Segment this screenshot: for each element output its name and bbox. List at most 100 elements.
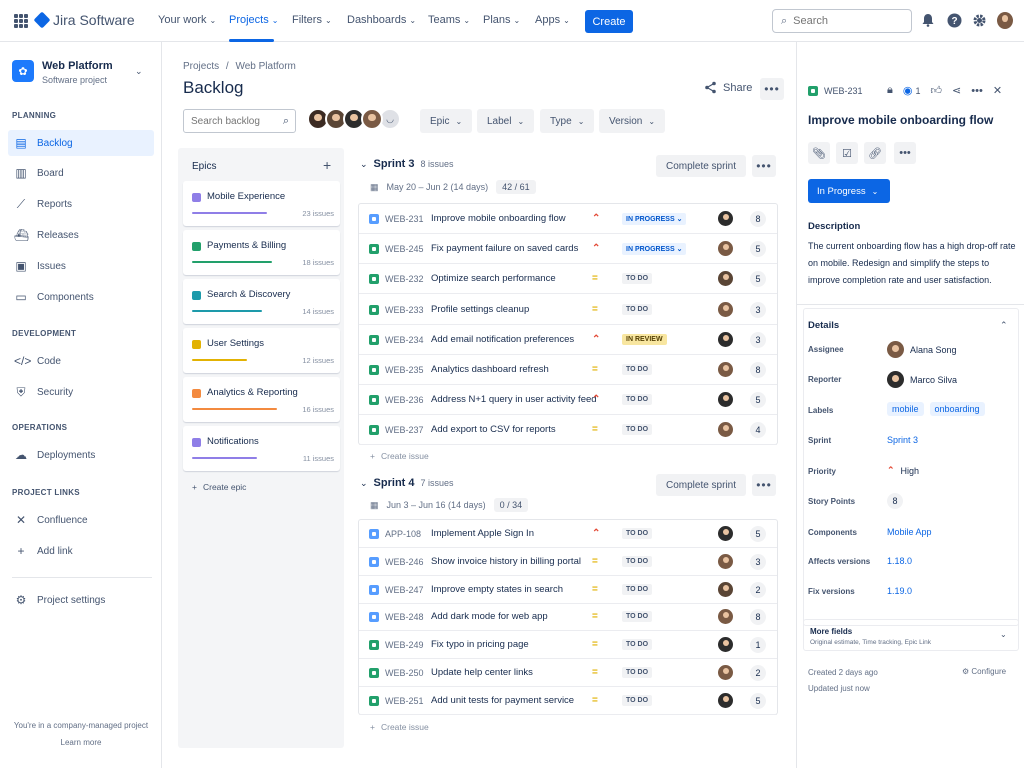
more-actions-icon[interactable]: •••: [760, 78, 784, 100]
lock-icon[interactable]: 🔒︎: [887, 84, 893, 97]
table-row[interactable]: APP-108 Implement Apple Sign In ⌃ TO DO 5: [359, 520, 777, 548]
affects-versions-value[interactable]: 1.18.0: [887, 556, 912, 566]
issue-summary[interactable]: Fix payment failure on saved cards: [431, 243, 578, 254]
more-fields-section[interactable]: More fields Original estimate, Time trac…: [803, 619, 1019, 651]
sprint-header[interactable]: ⌄ Sprint 3 8 issues: [360, 158, 454, 170]
table-row[interactable]: WEB-250 Update help center links = TO DO 2: [359, 659, 777, 687]
chevron-down-icon[interactable]: ⌄: [135, 66, 143, 77]
sidebar-item-deployments[interactable]: ☁ Deployments: [8, 442, 154, 468]
create-issue-button[interactable]: + Create issue: [370, 722, 429, 732]
issue-key[interactable]: WEB-232: [385, 274, 424, 284]
assignee-avatar[interactable]: [718, 665, 733, 680]
nav-your-work[interactable]: Your work ⌄: [158, 14, 216, 26]
checklist-icon[interactable]: ☑: [836, 142, 858, 164]
status-badge[interactable]: IN PROGRESS ⌄: [622, 242, 687, 255]
avatar[interactable]: [361, 108, 383, 130]
assignee-avatar[interactable]: [718, 582, 733, 597]
share-button[interactable]: Share: [704, 81, 752, 94]
issue-key[interactable]: WEB-250: [385, 668, 424, 678]
issue-key[interactable]: WEB-251: [385, 696, 424, 706]
sidebar-item-reports[interactable]: ⟋ Reports: [8, 191, 154, 217]
issue-summary[interactable]: Improve empty states in search: [431, 584, 563, 595]
issue-summary[interactable]: Add export to CSV for reports: [431, 424, 556, 435]
more-icon[interactable]: •••: [971, 85, 983, 97]
link-icon[interactable]: 🔗︎: [864, 142, 886, 164]
issue-key[interactable]: WEB-233: [385, 305, 424, 315]
status-badge[interactable]: TO DO: [622, 528, 653, 539]
nav-teams[interactable]: Teams ⌄: [428, 14, 470, 26]
complete-sprint-button[interactable]: Complete sprint: [656, 155, 746, 177]
project-header[interactable]: ✿ Web Platform Software project: [12, 60, 113, 85]
epic-card[interactable]: User Settings 12 issues: [183, 328, 340, 373]
sidebar-item-releases[interactable]: ⛴ Releases: [8, 222, 154, 248]
issue-summary[interactable]: Show invoice history in billing portal: [431, 556, 581, 567]
table-row[interactable]: WEB-251 Add unit tests for payment servic…: [359, 687, 777, 715]
table-row[interactable]: WEB-245 Fix payment failure on saved card…: [359, 234, 777, 264]
backlog-search[interactable]: ⌕: [183, 109, 296, 133]
issue-key[interactable]: WEB-231: [385, 214, 424, 224]
sidebar-item-add-link[interactable]: + Add link: [8, 538, 154, 564]
assignee-avatar[interactable]: [718, 554, 733, 569]
filter-epic[interactable]: Epic ⌄: [420, 109, 473, 133]
filter-label[interactable]: Label ⌄: [477, 109, 535, 133]
assignee-avatar[interactable]: [718, 302, 733, 317]
label-tag[interactable]: mobile: [887, 402, 924, 416]
issue-summary[interactable]: Analytics dashboard refresh: [431, 364, 549, 375]
status-badge[interactable]: TO DO: [622, 273, 653, 284]
search-input[interactable]: [793, 15, 894, 27]
sidebar-item-project-settings[interactable]: ⚙ Project settings: [8, 587, 154, 613]
table-row[interactable]: WEB-249 Fix typo in pricing page = TO DO 1: [359, 631, 777, 659]
sprint-more-icon[interactable]: •••: [752, 155, 776, 177]
sidebar-item-confluence[interactable]: ✕ Confluence: [8, 507, 154, 533]
table-row[interactable]: WEB-231 Improve mobile onboarding flow ⌃ IN…: [359, 204, 777, 234]
priority-value[interactable]: ⌃ High: [887, 465, 919, 476]
close-icon[interactable]: ✕: [993, 84, 1002, 97]
table-row[interactable]: WEB-232 Optimize search performance = TO DO…: [359, 264, 777, 294]
issue-summary[interactable]: Optimize search performance: [431, 273, 556, 284]
issue-summary[interactable]: Implement Apple Sign In: [431, 528, 534, 539]
nav-plans[interactable]: Plans ⌄: [483, 14, 520, 26]
share-icon[interactable]: ⋖: [952, 84, 961, 97]
issue-summary[interactable]: Improve mobile onboarding flow: [431, 213, 566, 224]
chevron-up-icon[interactable]: ⌃: [1000, 320, 1008, 331]
complete-sprint-button[interactable]: Complete sprint: [656, 474, 746, 496]
status-badge[interactable]: TO DO: [622, 611, 653, 622]
issue-summary[interactable]: Profile settings cleanup: [431, 304, 529, 315]
issue-key[interactable]: WEB-246: [385, 557, 424, 567]
issue-summary[interactable]: Add unit tests for payment service: [431, 695, 574, 706]
assignee-avatar[interactable]: [718, 422, 733, 437]
table-row[interactable]: WEB-246 Show invoice history in billing p…: [359, 548, 777, 576]
breadcrumb-projects[interactable]: Projects: [183, 61, 219, 72]
issue-key[interactable]: WEB-249: [385, 640, 424, 650]
sidebar-item-board[interactable]: ▥ Board: [8, 160, 154, 186]
learn-more-link[interactable]: Learn more: [0, 738, 162, 747]
status-badge[interactable]: TO DO: [622, 639, 653, 650]
create-issue-button[interactable]: + Create issue: [370, 451, 429, 461]
table-row[interactable]: WEB-236 Address N+1 query in user activit…: [359, 385, 777, 415]
nav-apps[interactable]: Apps ⌄: [535, 14, 570, 26]
table-row[interactable]: WEB-247 Improve empty states in search = TO…: [359, 576, 777, 604]
issue-key[interactable]: WEB-245: [385, 244, 424, 254]
issue-key[interactable]: APP-108: [385, 529, 421, 539]
status-badge[interactable]: TO DO: [622, 584, 653, 595]
sidebar-item-security[interactable]: ⛨ Security: [8, 379, 154, 405]
assignee-avatar[interactable]: [718, 271, 733, 286]
fix-versions-value[interactable]: 1.19.0: [887, 586, 912, 596]
add-epic-plus-icon[interactable]: +: [323, 157, 331, 173]
global-search[interactable]: ⌕: [772, 9, 912, 33]
user-avatar[interactable]: [997, 11, 1013, 29]
epic-card[interactable]: Analytics & Reporting 16 issues: [183, 377, 340, 422]
components-value[interactable]: Mobile App: [887, 527, 932, 537]
table-row[interactable]: WEB-235 Analytics dashboard refresh = TO DO…: [359, 355, 777, 385]
assignee-avatar[interactable]: [718, 392, 733, 407]
description-text[interactable]: The current onboarding flow has a high d…: [808, 238, 1018, 289]
table-row[interactable]: WEB-233 Profile settings cleanup = TO DO 3: [359, 295, 777, 325]
assignee-avatar[interactable]: [718, 637, 733, 652]
status-badge[interactable]: TO DO: [622, 556, 653, 567]
assignee-avatar[interactable]: [718, 526, 733, 541]
sprint-value[interactable]: Sprint 3: [887, 435, 918, 445]
thumbs-up-icon[interactable]: 👍︎: [931, 84, 943, 97]
sprint-more-icon[interactable]: •••: [752, 474, 776, 496]
table-row[interactable]: WEB-237 Add export to CSV for reports = TO …: [359, 415, 777, 445]
epic-card[interactable]: Payments & Billing 18 issues: [183, 230, 340, 275]
